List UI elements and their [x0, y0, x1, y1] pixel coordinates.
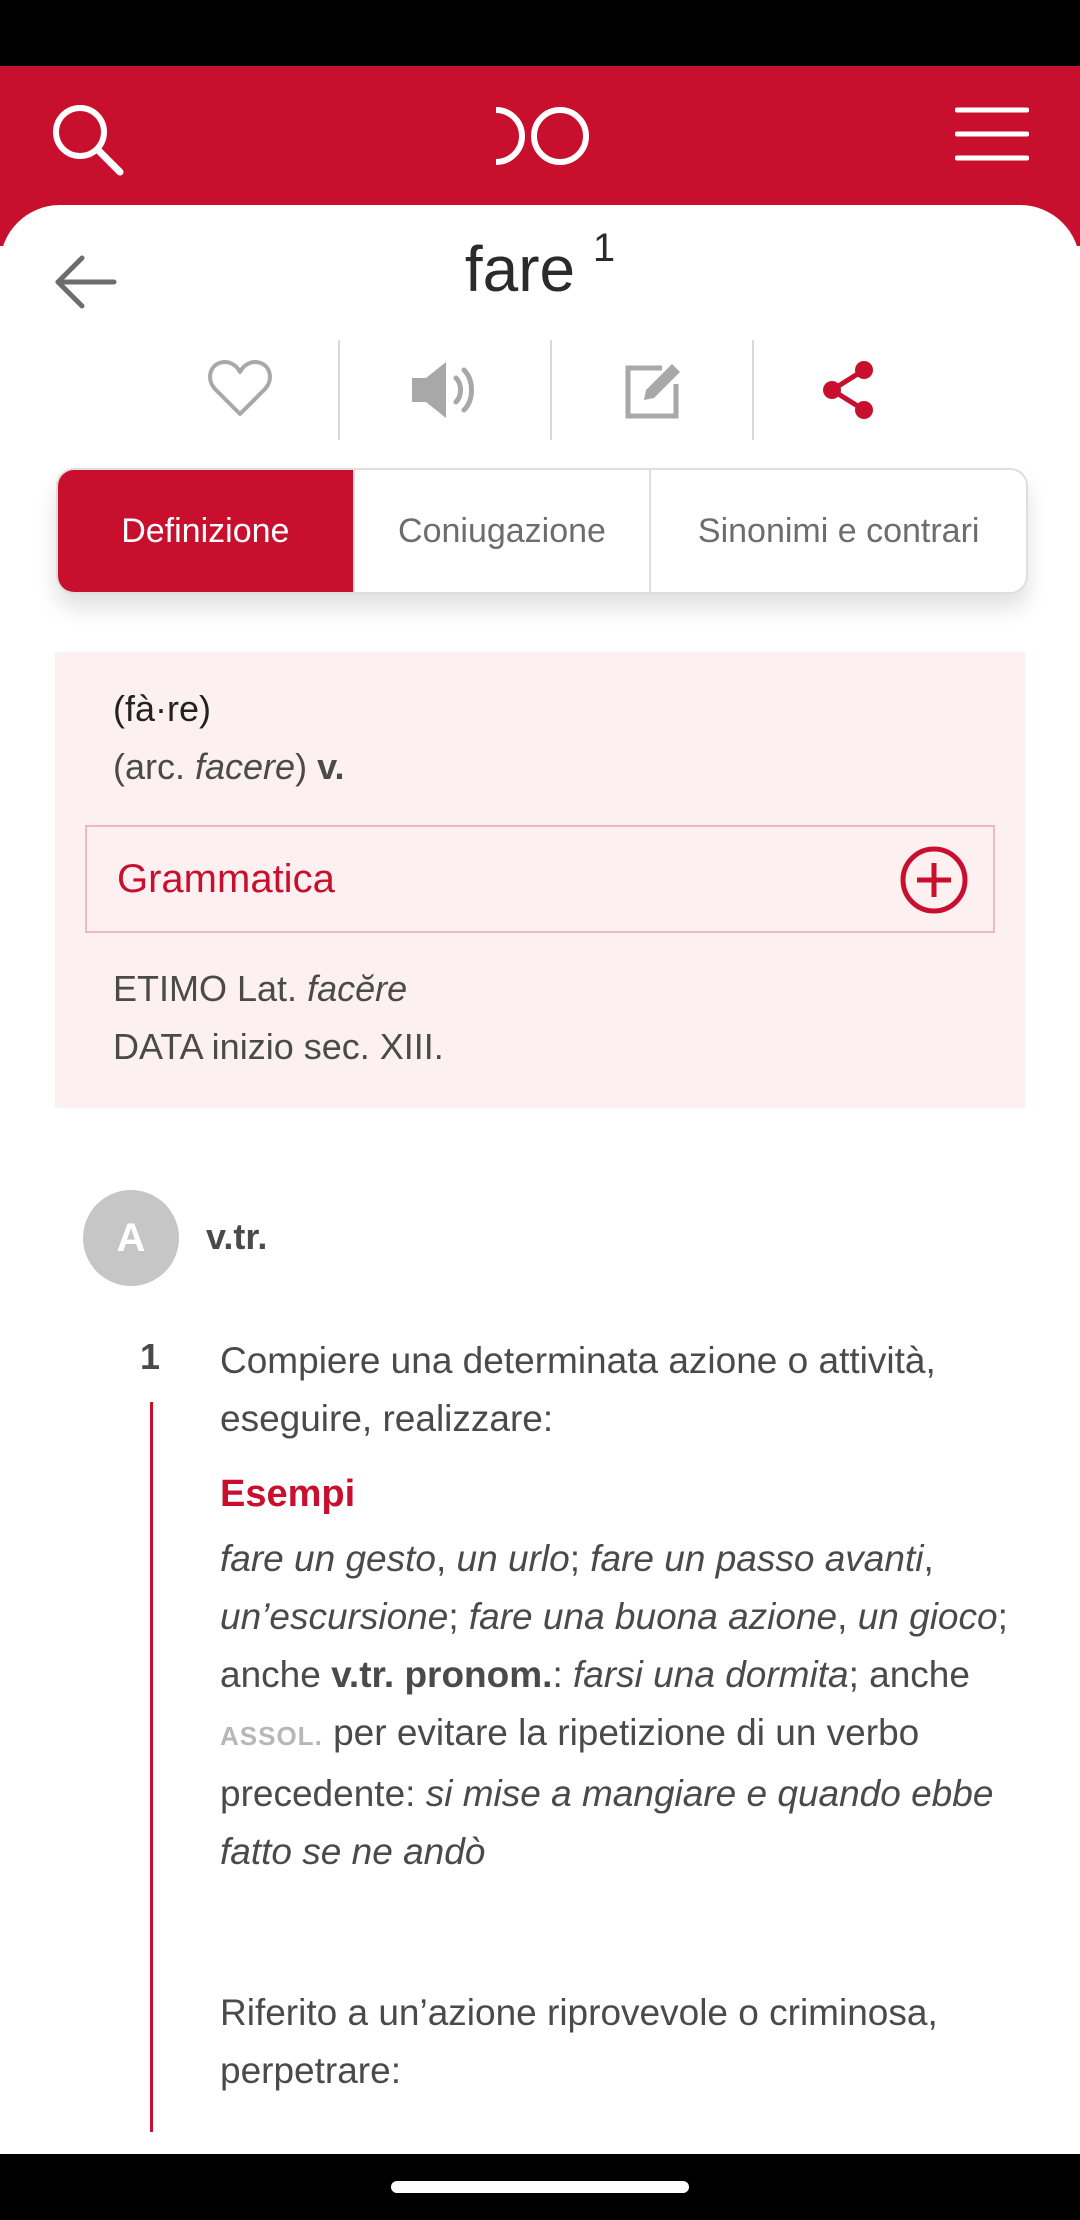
- tab-sinonimi[interactable]: Sinonimi e contrari: [649, 470, 1026, 592]
- archaic-form: (arc. facere) v.: [113, 746, 344, 788]
- entry-title: fare 1: [0, 226, 1080, 306]
- definition-text-2: Riferito a un’azione riprovevole o crimi…: [220, 1992, 938, 2091]
- entry-superscript: 1: [592, 225, 616, 270]
- section-badge: A: [83, 1190, 179, 1286]
- speaker-icon[interactable]: [408, 358, 482, 427]
- section-label: v.tr.: [206, 1216, 268, 1257]
- search-icon[interactable]: [50, 102, 126, 183]
- tab-bar: Definizione Coniugazione Sinonimi e cont…: [56, 468, 1028, 594]
- definition-number: 1: [140, 1336, 161, 1377]
- navigation-bar: [0, 2154, 1080, 2220]
- home-handle[interactable]: [391, 2181, 689, 2193]
- action-separator: [752, 340, 754, 440]
- grammar-tag: v.tr. pronom.: [331, 1654, 553, 1695]
- etimo-line: ETIMO Lat. facĕre: [113, 968, 407, 1010]
- edit-icon[interactable]: [622, 358, 686, 427]
- arc-prefix: (arc.: [113, 746, 196, 787]
- action-separator: [550, 340, 552, 440]
- action-bar: [0, 340, 1080, 440]
- data-line: DATA inizio sec. XIII.: [113, 1026, 444, 1067]
- pronunciation: (fà·re): [113, 688, 211, 729]
- examples-text: fare un gesto, un urlo; fare un passo av…: [220, 1538, 1008, 1872]
- example: fare un passo avanti: [590, 1538, 924, 1579]
- arc-word: facere: [195, 746, 296, 787]
- plus-circle-icon[interactable]: [899, 845, 969, 920]
- definition-text: Compiere una determinata azione o attivi…: [220, 1340, 936, 1439]
- examples-label: Esempi: [220, 1473, 356, 1515]
- definition-rule: [150, 1402, 153, 2132]
- entry-word: fare: [464, 233, 576, 305]
- grammatica-label: Grammatica: [117, 857, 335, 901]
- grammar-tag: ASSOL.: [220, 1721, 323, 1751]
- grammatica-expander[interactable]: Grammatica: [85, 825, 995, 933]
- example: fare una buona azione: [468, 1596, 838, 1637]
- share-icon[interactable]: [820, 360, 876, 425]
- example: farsi una dormita: [573, 1654, 849, 1695]
- arc-suffix: ): [295, 746, 308, 787]
- example: un’escursione: [220, 1596, 449, 1637]
- double-circle-logo-icon[interactable]: [488, 104, 592, 173]
- status-bar: [0, 0, 1080, 66]
- action-separator: [338, 340, 340, 440]
- example: un urlo: [456, 1538, 570, 1579]
- example: un gioco: [857, 1596, 998, 1637]
- tab-definizione[interactable]: Definizione: [58, 470, 353, 592]
- example: fare un gesto: [220, 1538, 436, 1579]
- tab-coniugazione[interactable]: Coniugazione: [352, 470, 650, 592]
- etimo-word: facĕre: [307, 968, 408, 1009]
- heart-icon[interactable]: [207, 358, 273, 423]
- part-of-speech: v.: [317, 746, 345, 787]
- etimo-label: ETIMO Lat.: [113, 968, 298, 1009]
- text-fragment: ; anche: [848, 1654, 970, 1695]
- hamburger-menu-icon[interactable]: [954, 106, 1030, 167]
